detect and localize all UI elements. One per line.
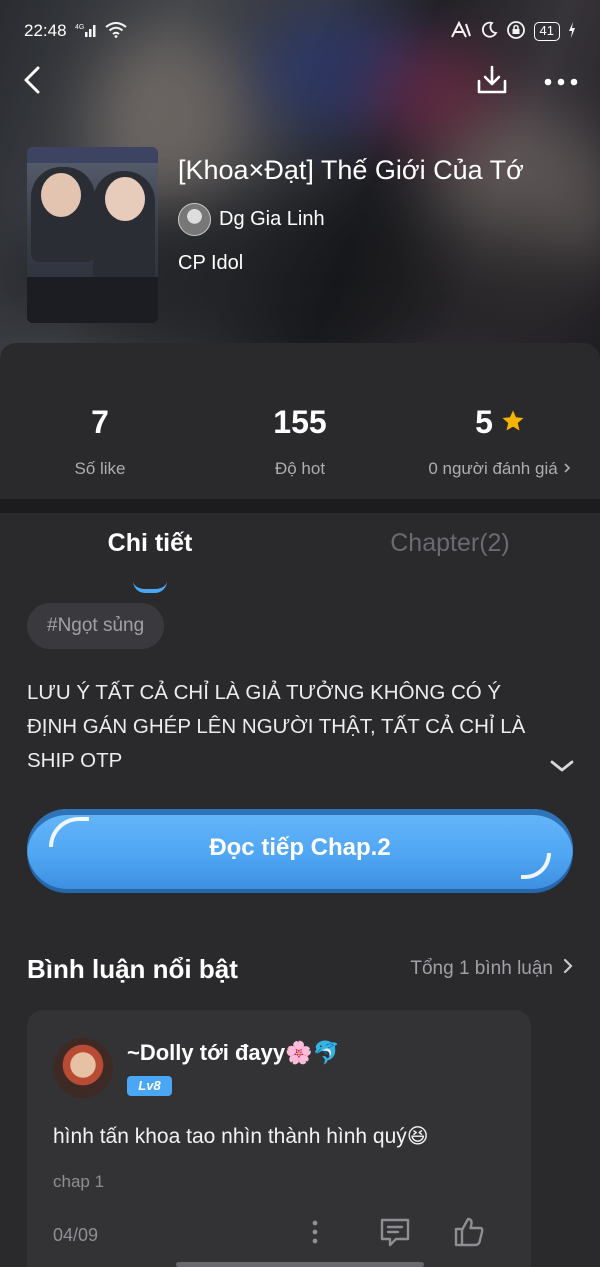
commenter-name[interactable]: ~Dolly tới đayy🌸🐬: [127, 1040, 340, 1066]
moon-icon: [480, 21, 498, 42]
more-options-button[interactable]: [544, 73, 578, 91]
download-icon: [476, 64, 508, 101]
star-icon: [501, 404, 525, 441]
top-navigation: [22, 62, 578, 102]
chevron-right-icon: [563, 958, 573, 980]
chevron-left-icon: [22, 65, 42, 100]
tab-bar: Chi tiết Chapter(2): [0, 529, 600, 593]
back-button[interactable]: [22, 65, 42, 100]
status-bar: 22:48 4G 41: [24, 18, 576, 44]
story-category: CP Idol: [178, 252, 244, 274]
battery-indicator: 41: [533, 21, 560, 41]
more-vertical-icon: [312, 1220, 318, 1249]
comment-date: 04/09: [53, 1225, 99, 1245]
comment-card: ~Dolly tới đayy🌸🐬 Lv8 hình tấn khoa tao …: [27, 1010, 531, 1267]
stats-card: 7 Số like 155 Độ hot 5 0 người đánh giá: [0, 343, 600, 499]
wifi-icon: [104, 21, 127, 41]
svg-text:4G: 4G: [75, 24, 84, 31]
rating-count-label: 0 người đánh giá: [428, 459, 558, 478]
chevron-right-icon: [562, 459, 572, 479]
genre-tag[interactable]: #Ngọt sủng: [27, 603, 165, 649]
reply-button[interactable]: [377, 1216, 413, 1252]
more-horizontal-icon: [544, 73, 578, 91]
tab-details[interactable]: Chi tiết: [0, 529, 300, 558]
comments-heading: Bình luận nổi bật: [27, 953, 238, 984]
comment-actions: [297, 1216, 487, 1252]
continue-reading-button[interactable]: Đọc tiếp Chap.2: [27, 809, 573, 889]
continue-reading-label: Đọc tiếp Chap.2: [209, 834, 391, 861]
author-name: Dg Gia Linh: [219, 208, 325, 230]
user-level-badge: Lv8: [127, 1076, 172, 1096]
stat-hot: 155 Độ hot: [200, 403, 400, 479]
auto-icon: [450, 20, 472, 42]
all-comments-link[interactable]: Tổng 1 bình luận: [410, 958, 573, 980]
download-button[interactable]: [476, 64, 508, 101]
likes-count: 7: [91, 403, 109, 440]
like-comment-button[interactable]: [451, 1216, 487, 1252]
comment-chapter: chap 1: [53, 1172, 105, 1191]
story-description: LƯU Ý TẤT CẢ CHỈ LÀ GIẢ TƯỞNG KHÔNG CÓ Ý…: [27, 681, 526, 772]
hot-count: 155: [273, 403, 327, 440]
cellular-signal-icon: 4G: [75, 22, 97, 41]
comments-header: Bình luận nổi bật Tổng 1 bình luận: [27, 951, 573, 987]
story-title: [Khoa×Đạt] Thế Giới Của Tớ: [178, 155, 524, 185]
lock-rotation-icon: [506, 20, 526, 43]
detail-panel: Chi tiết Chapter(2) #Ngọt sủng LƯU Ý TẤT…: [0, 513, 600, 1267]
story-cover-image[interactable]: [27, 147, 158, 323]
thumbs-up-icon: [453, 1216, 485, 1253]
comment-text: hình tấn khoa tao nhìn thành hình quý😆: [53, 1125, 429, 1148]
home-indicator: [176, 1262, 424, 1267]
comments-total: Tổng 1 bình luận: [410, 958, 553, 979]
commenter-avatar[interactable]: [53, 1038, 113, 1098]
active-tab-indicator: [133, 581, 167, 593]
hot-label: Độ hot: [274, 459, 326, 478]
status-time: 22:48: [24, 21, 67, 40]
tab-chapters[interactable]: Chapter(2): [300, 529, 600, 558]
chevron-down-icon: [549, 758, 575, 779]
stat-likes: 7 Số like: [0, 403, 200, 479]
author-avatar: [178, 203, 211, 236]
author-link[interactable]: Dg Gia Linh: [178, 203, 325, 236]
charging-icon: [568, 21, 576, 41]
stat-rating[interactable]: 5 0 người đánh giá: [400, 403, 600, 479]
likes-label: Số like: [74, 459, 126, 478]
comment-icon: [379, 1217, 411, 1252]
rating-value: 5: [475, 403, 493, 440]
comment-more-button[interactable]: [297, 1216, 333, 1252]
section-divider: [0, 499, 600, 513]
expand-description-button[interactable]: [549, 758, 575, 779]
